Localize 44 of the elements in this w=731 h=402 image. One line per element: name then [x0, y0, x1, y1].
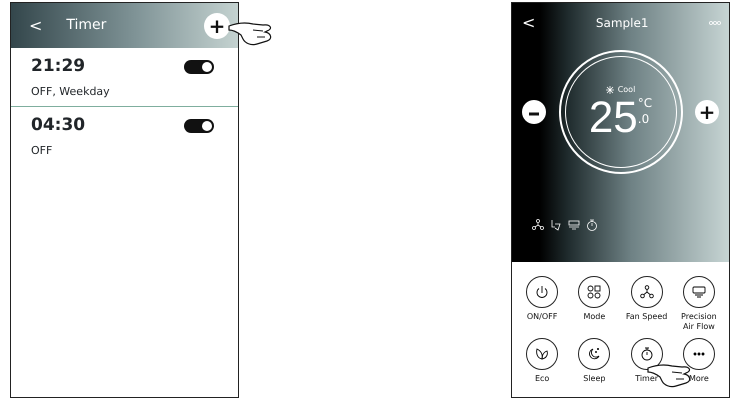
- back-button[interactable]: <: [522, 11, 536, 35]
- swing-icon: [550, 219, 562, 231]
- minus-icon: [529, 112, 539, 116]
- temperature-decimal: .0: [638, 112, 650, 128]
- mode-label: Cool: [618, 84, 636, 96]
- timer-time: 21:29: [31, 55, 86, 78]
- moon-icon: [587, 347, 602, 361]
- function-button[interactable]: [578, 338, 610, 370]
- temperature-value: 25: [588, 96, 638, 140]
- function-button[interactable]: [682, 276, 715, 308]
- snowflake-icon: [606, 86, 614, 94]
- add-button[interactable]: +: [204, 12, 230, 38]
- temperature-unit: °C: [638, 96, 652, 112]
- timer-time: 04:30: [31, 114, 86, 137]
- button-label: Timer: [635, 374, 658, 385]
- timer-icon: [640, 347, 654, 361]
- button-label: More: [688, 374, 709, 385]
- fan-icon: [532, 219, 544, 231]
- fan-icon: [640, 285, 654, 299]
- grid-icon: [587, 285, 602, 299]
- function-button[interactable]: [578, 276, 610, 308]
- function-button[interactable]: [526, 276, 558, 308]
- button-label: Mode: [583, 312, 606, 323]
- toggle-switch[interactable]: [184, 119, 214, 133]
- function-button[interactable]: [630, 276, 663, 308]
- button-label: Sleep: [583, 374, 606, 385]
- minus-button[interactable]: [522, 100, 546, 124]
- plus-button[interactable]: +: [695, 100, 719, 124]
- timer-detail: OFF: [31, 142, 54, 158]
- button-label: Eco: [534, 374, 550, 385]
- screen-title: Timer: [66, 16, 108, 35]
- button-label: Fan Speed: [626, 312, 668, 323]
- airflow-icon: [692, 285, 706, 299]
- device-title: Sample1: [594, 15, 650, 32]
- toggle-switch[interactable]: [184, 60, 214, 74]
- button-label: ON/OFF: [526, 312, 558, 323]
- leaves-icon: [535, 347, 550, 361]
- timer-icon: [586, 219, 598, 231]
- back-button[interactable]: <: [29, 14, 42, 38]
- button-label: Precision Air Flow: [680, 312, 718, 333]
- function-button[interactable]: [526, 338, 558, 370]
- airflow-icon: [568, 219, 580, 231]
- power-icon: [535, 285, 550, 299]
- timer-detail: OFF, Weekday: [31, 84, 110, 100]
